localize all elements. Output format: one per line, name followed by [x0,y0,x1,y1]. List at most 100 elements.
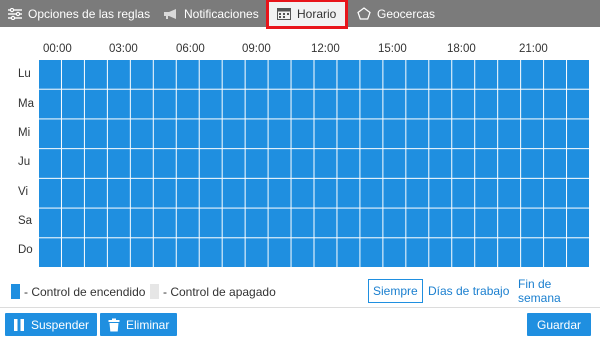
schedule-cell[interactable] [107,238,130,267]
schedule-cell[interactable] [245,178,268,208]
schedule-cell[interactable] [84,119,107,149]
schedule-cell[interactable] [406,178,429,208]
schedule-cell[interactable] [199,238,222,267]
schedule-cell[interactable] [521,60,544,89]
schedule-cell[interactable] [176,89,199,119]
schedule-cell[interactable] [429,60,452,89]
schedule-cell[interactable] [39,208,61,238]
schedule-cell[interactable] [222,238,245,267]
schedule-cell[interactable] [245,119,268,149]
schedule-cell[interactable] [429,119,452,149]
schedule-cell[interactable] [176,178,199,208]
schedule-cell[interactable] [176,208,199,238]
schedule-cell[interactable] [360,178,383,208]
schedule-cell[interactable] [291,60,314,89]
schedule-cell[interactable] [360,119,383,149]
schedule-cell[interactable] [176,60,199,89]
schedule-cell[interactable] [130,208,153,238]
schedule-cell[interactable] [39,119,61,149]
schedule-cell[interactable] [337,208,360,238]
schedule-cell[interactable] [199,178,222,208]
schedule-cell[interactable] [544,238,567,267]
schedule-cell[interactable] [360,89,383,119]
schedule-cell[interactable] [429,178,452,208]
schedule-cell[interactable] [406,238,429,267]
schedule-cell[interactable] [222,178,245,208]
tab-rule-options[interactable]: Opciones de las reglas [7,0,150,27]
schedule-cell[interactable] [245,238,268,267]
schedule-cell[interactable] [475,89,498,119]
schedule-cell[interactable] [406,89,429,119]
schedule-cell[interactable] [521,149,544,178]
schedule-cell[interactable] [475,60,498,89]
tab-schedule[interactable]: Horario [266,0,348,29]
schedule-cell[interactable] [544,60,567,89]
schedule-cell[interactable] [107,60,130,89]
schedule-cell[interactable] [39,89,61,119]
schedule-cell[interactable] [245,149,268,178]
schedule-cell[interactable] [153,149,176,178]
schedule-cell[interactable] [521,178,544,208]
schedule-cell[interactable] [314,208,337,238]
schedule-cell[interactable] [245,89,268,119]
schedule-cell[interactable] [176,149,199,178]
tab-geofences[interactable]: Geocercas [356,0,435,27]
schedule-cell[interactable] [383,89,406,119]
schedule-cell[interactable] [337,238,360,267]
schedule-cell[interactable] [452,238,475,267]
schedule-cell[interactable] [222,89,245,119]
schedule-cell[interactable] [383,178,406,208]
schedule-cell[interactable] [84,208,107,238]
schedule-cell[interactable] [61,208,84,238]
schedule-cell[interactable] [406,149,429,178]
schedule-cell[interactable] [567,208,589,238]
schedule-cell[interactable] [130,149,153,178]
schedule-cell[interactable] [521,208,544,238]
suspend-button[interactable]: Suspender [5,313,98,336]
schedule-cell[interactable] [153,60,176,89]
schedule-cell[interactable] [360,238,383,267]
schedule-cell[interactable] [544,89,567,119]
schedule-cell[interactable] [383,238,406,267]
schedule-cell[interactable] [475,178,498,208]
schedule-cell[interactable] [39,178,61,208]
schedule-cell[interactable] [130,60,153,89]
schedule-cell[interactable] [567,119,589,149]
schedule-cell[interactable] [268,178,291,208]
schedule-cell[interactable] [84,149,107,178]
schedule-cell[interactable] [84,238,107,267]
schedule-cell[interactable] [314,89,337,119]
schedule-cell[interactable] [452,149,475,178]
schedule-cell[interactable] [475,238,498,267]
schedule-cell[interactable] [61,178,84,208]
schedule-cell[interactable] [452,60,475,89]
schedule-cell[interactable] [176,119,199,149]
schedule-cell[interactable] [153,208,176,238]
schedule-cell[interactable] [567,149,589,178]
schedule-cell[interactable] [498,238,521,267]
schedule-cell[interactable] [199,149,222,178]
schedule-cell[interactable] [429,89,452,119]
schedule-cell[interactable] [84,89,107,119]
schedule-cell[interactable] [544,178,567,208]
schedule-cell[interactable] [222,119,245,149]
schedule-cell[interactable] [498,89,521,119]
schedule-cell[interactable] [383,149,406,178]
schedule-cell[interactable] [268,119,291,149]
delete-button[interactable]: Eliminar [100,313,178,336]
schedule-cell[interactable] [360,60,383,89]
schedule-cell[interactable] [567,238,589,267]
schedule-cell[interactable] [176,238,199,267]
schedule-cell[interactable] [498,60,521,89]
schedule-cell[interactable] [222,149,245,178]
save-button[interactable]: Guardar [527,313,592,336]
schedule-cell[interactable] [314,60,337,89]
schedule-cell[interactable] [544,208,567,238]
schedule-cell[interactable] [314,119,337,149]
schedule-cell[interactable] [39,149,61,178]
schedule-cell[interactable] [245,60,268,89]
schedule-cell[interactable] [429,238,452,267]
schedule-cell[interactable] [199,119,222,149]
schedule-cell[interactable] [291,119,314,149]
schedule-cell[interactable] [452,89,475,119]
